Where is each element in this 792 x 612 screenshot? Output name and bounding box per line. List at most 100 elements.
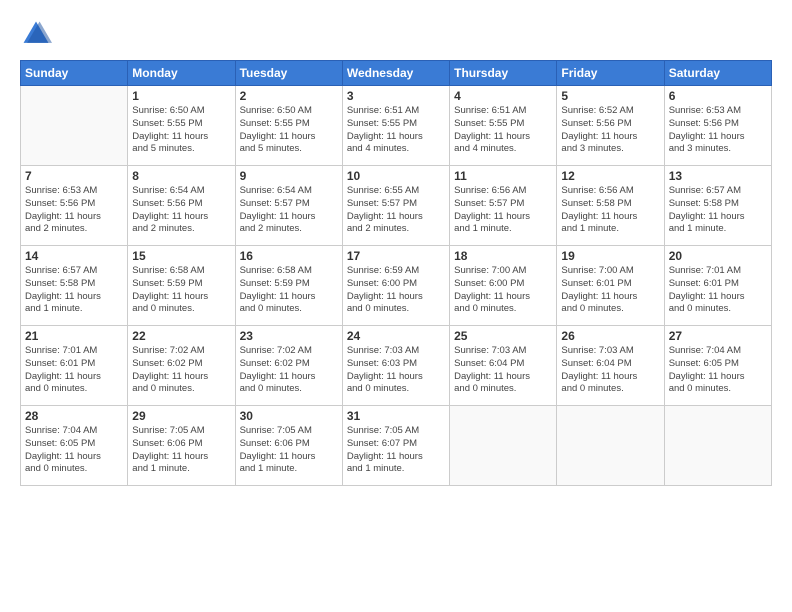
- day-info: Sunrise: 7:03 AMSunset: 6:03 PMDaylight:…: [347, 345, 445, 396]
- day-number: 14: [25, 249, 123, 263]
- logo-icon: [20, 18, 52, 50]
- day-number: 7: [25, 169, 123, 183]
- day-info: Sunrise: 7:04 AMSunset: 6:05 PMDaylight:…: [25, 425, 123, 476]
- day-header-sunday: Sunday: [21, 61, 128, 86]
- day-number: 16: [240, 249, 338, 263]
- day-info: Sunrise: 7:02 AMSunset: 6:02 PMDaylight:…: [132, 345, 230, 396]
- calendar-cell: 8 Sunrise: 6:54 AMSunset: 5:56 PMDaylight…: [128, 166, 235, 246]
- day-info: Sunrise: 6:54 AMSunset: 5:56 PMDaylight:…: [132, 185, 230, 236]
- day-info: Sunrise: 7:03 AMSunset: 6:04 PMDaylight:…: [454, 345, 552, 396]
- day-number: 18: [454, 249, 552, 263]
- day-info: Sunrise: 7:00 AMSunset: 6:01 PMDaylight:…: [561, 265, 659, 316]
- calendar-cell: 24 Sunrise: 7:03 AMSunset: 6:03 PMDayligh…: [342, 326, 449, 406]
- day-info: Sunrise: 6:54 AMSunset: 5:57 PMDaylight:…: [240, 185, 338, 236]
- day-number: 4: [454, 89, 552, 103]
- day-info: Sunrise: 7:01 AMSunset: 6:01 PMDaylight:…: [25, 345, 123, 396]
- calendar-cell: 17 Sunrise: 6:59 AMSunset: 6:00 PMDayligh…: [342, 246, 449, 326]
- day-number: 17: [347, 249, 445, 263]
- calendar-cell: 14 Sunrise: 6:57 AMSunset: 5:58 PMDayligh…: [21, 246, 128, 326]
- calendar-cell: 27Sunrise: 7:04 AMSunset: 6:05 PMDayligh…: [664, 326, 771, 406]
- day-number: 21: [25, 329, 123, 343]
- day-number: 19: [561, 249, 659, 263]
- day-info: Sunrise: 6:57 AMSunset: 5:58 PMDaylight:…: [25, 265, 123, 316]
- calendar-cell: 23 Sunrise: 7:02 AMSunset: 6:02 PMDayligh…: [235, 326, 342, 406]
- day-number: 20: [669, 249, 767, 263]
- day-info: Sunrise: 7:00 AMSunset: 6:00 PMDaylight:…: [454, 265, 552, 316]
- day-info: Sunrise: 6:56 AMSunset: 5:57 PMDaylight:…: [454, 185, 552, 236]
- day-number: 29: [132, 409, 230, 423]
- day-number: 2: [240, 89, 338, 103]
- day-number: 15: [132, 249, 230, 263]
- day-info: Sunrise: 6:57 AMSunset: 5:58 PMDaylight:…: [669, 185, 767, 236]
- day-info: Sunrise: 6:51 AMSunset: 5:55 PMDaylight:…: [454, 105, 552, 156]
- calendar-cell: 16 Sunrise: 6:58 AMSunset: 5:59 PMDayligh…: [235, 246, 342, 326]
- calendar-cell: 20Sunrise: 7:01 AMSunset: 6:01 PMDayligh…: [664, 246, 771, 326]
- week-row-4: 21 Sunrise: 7:01 AMSunset: 6:01 PMDayligh…: [21, 326, 772, 406]
- week-row-2: 7Sunrise: 6:53 AMSunset: 5:56 PMDaylight…: [21, 166, 772, 246]
- day-number: 30: [240, 409, 338, 423]
- week-row-1: 1 Sunrise: 6:50 AMSunset: 5:55 PMDaylight…: [21, 86, 772, 166]
- day-number: 12: [561, 169, 659, 183]
- calendar-cell: [664, 406, 771, 486]
- day-header-friday: Friday: [557, 61, 664, 86]
- calendar-cell: 19 Sunrise: 7:00 AMSunset: 6:01 PMDayligh…: [557, 246, 664, 326]
- day-header-wednesday: Wednesday: [342, 61, 449, 86]
- day-number: 10: [347, 169, 445, 183]
- header: [20, 18, 772, 50]
- day-info: Sunrise: 7:02 AMSunset: 6:02 PMDaylight:…: [240, 345, 338, 396]
- day-header-tuesday: Tuesday: [235, 61, 342, 86]
- calendar-cell: 26 Sunrise: 7:03 AMSunset: 6:04 PMDayligh…: [557, 326, 664, 406]
- calendar-cell: 22 Sunrise: 7:02 AMSunset: 6:02 PMDayligh…: [128, 326, 235, 406]
- calendar-cell: [21, 86, 128, 166]
- day-info: Sunrise: 6:51 AMSunset: 5:55 PMDaylight:…: [347, 105, 445, 156]
- day-info: Sunrise: 6:50 AMSunset: 5:55 PMDaylight:…: [132, 105, 230, 156]
- calendar-cell: 3 Sunrise: 6:51 AMSunset: 5:55 PMDaylight…: [342, 86, 449, 166]
- calendar-cell: 29 Sunrise: 7:05 AMSunset: 6:06 PMDayligh…: [128, 406, 235, 486]
- day-number: 28: [25, 409, 123, 423]
- calendar-cell: 12 Sunrise: 6:56 AMSunset: 5:58 PMDayligh…: [557, 166, 664, 246]
- day-info: Sunrise: 6:58 AMSunset: 5:59 PMDaylight:…: [240, 265, 338, 316]
- day-number: 5: [561, 89, 659, 103]
- calendar-cell: 7Sunrise: 6:53 AMSunset: 5:56 PMDaylight…: [21, 166, 128, 246]
- calendar-cell: 25 Sunrise: 7:03 AMSunset: 6:04 PMDayligh…: [450, 326, 557, 406]
- calendar-cell: 30 Sunrise: 7:05 AMSunset: 6:06 PMDayligh…: [235, 406, 342, 486]
- calendar-cell: 9 Sunrise: 6:54 AMSunset: 5:57 PMDaylight…: [235, 166, 342, 246]
- calendar-cell: 5Sunrise: 6:52 AMSunset: 5:56 PMDaylight…: [557, 86, 664, 166]
- day-info: Sunrise: 7:05 AMSunset: 6:06 PMDaylight:…: [240, 425, 338, 476]
- day-info: Sunrise: 6:59 AMSunset: 6:00 PMDaylight:…: [347, 265, 445, 316]
- day-info: Sunrise: 6:56 AMSunset: 5:58 PMDaylight:…: [561, 185, 659, 236]
- calendar-cell: 10 Sunrise: 6:55 AMSunset: 5:57 PMDayligh…: [342, 166, 449, 246]
- calendar-table: SundayMondayTuesdayWednesdayThursdayFrid…: [20, 60, 772, 486]
- calendar-cell: 11 Sunrise: 6:56 AMSunset: 5:57 PMDayligh…: [450, 166, 557, 246]
- calendar-cell: 21 Sunrise: 7:01 AMSunset: 6:01 PMDayligh…: [21, 326, 128, 406]
- day-info: Sunrise: 7:04 AMSunset: 6:05 PMDaylight:…: [669, 345, 767, 396]
- day-info: Sunrise: 7:03 AMSunset: 6:04 PMDaylight:…: [561, 345, 659, 396]
- day-number: 24: [347, 329, 445, 343]
- day-info: Sunrise: 6:58 AMSunset: 5:59 PMDaylight:…: [132, 265, 230, 316]
- day-number: 31: [347, 409, 445, 423]
- calendar-cell: 28 Sunrise: 7:04 AMSunset: 6:05 PMDayligh…: [21, 406, 128, 486]
- day-header-saturday: Saturday: [664, 61, 771, 86]
- calendar-cell: 6Sunrise: 6:53 AMSunset: 5:56 PMDaylight…: [664, 86, 771, 166]
- day-number: 23: [240, 329, 338, 343]
- day-number: 11: [454, 169, 552, 183]
- day-number: 1: [132, 89, 230, 103]
- day-number: 3: [347, 89, 445, 103]
- day-info: Sunrise: 7:05 AMSunset: 6:06 PMDaylight:…: [132, 425, 230, 476]
- day-info: Sunrise: 6:50 AMSunset: 5:55 PMDaylight:…: [240, 105, 338, 156]
- day-info: Sunrise: 6:53 AMSunset: 5:56 PMDaylight:…: [669, 105, 767, 156]
- day-header-thursday: Thursday: [450, 61, 557, 86]
- day-number: 25: [454, 329, 552, 343]
- day-number: 26: [561, 329, 659, 343]
- calendar-cell: 13 Sunrise: 6:57 AMSunset: 5:58 PMDayligh…: [664, 166, 771, 246]
- day-number: 22: [132, 329, 230, 343]
- day-number: 8: [132, 169, 230, 183]
- day-number: 9: [240, 169, 338, 183]
- calendar-cell: 4 Sunrise: 6:51 AMSunset: 5:55 PMDaylight…: [450, 86, 557, 166]
- calendar-header-row: SundayMondayTuesdayWednesdayThursdayFrid…: [21, 61, 772, 86]
- week-row-5: 28 Sunrise: 7:04 AMSunset: 6:05 PMDayligh…: [21, 406, 772, 486]
- day-info: Sunrise: 6:55 AMSunset: 5:57 PMDaylight:…: [347, 185, 445, 236]
- day-number: 13: [669, 169, 767, 183]
- calendar-cell: 15 Sunrise: 6:58 AMSunset: 5:59 PMDayligh…: [128, 246, 235, 326]
- calendar-cell: 31Sunrise: 7:05 AMSunset: 6:07 PMDayligh…: [342, 406, 449, 486]
